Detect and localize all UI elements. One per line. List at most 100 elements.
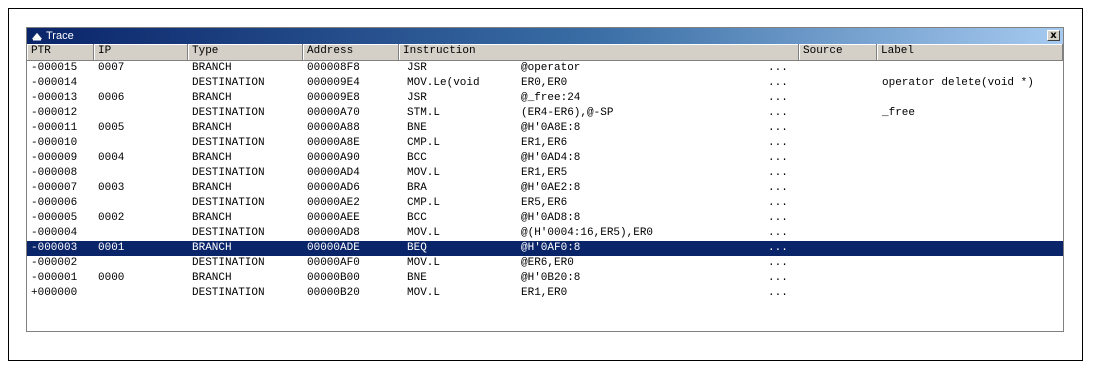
- cell-instruction-mnemonic: JSR: [407, 62, 427, 74]
- header-label[interactable]: Label: [877, 44, 1063, 60]
- cell-instruction-mnemonic: CMP.L: [407, 197, 441, 209]
- cell-instruction-mnemonic: BRA: [407, 182, 427, 194]
- table-row[interactable]: -000002 DESTINATION 00000AF0 MOV.L @ER6,ER0.…: [27, 256, 1063, 271]
- close-icon[interactable]: x: [1047, 30, 1060, 41]
- cell-source: ...: [768, 287, 788, 299]
- cell-instruction-operand: ER1,ER6: [521, 137, 568, 149]
- window-title: Trace: [46, 30, 74, 42]
- header-type[interactable]: Type: [188, 44, 303, 60]
- cell-ip: 0005: [98, 122, 125, 134]
- cell-source: ...: [768, 257, 788, 269]
- table-row-selected[interactable]: -000003 0001 BRANCH 00000ADE BEQ @H'0AF0:8...: [27, 241, 1063, 256]
- cell-instruction-operand: (ER4-ER6),@-SP: [521, 107, 614, 119]
- table-row[interactable]: -000001 0000 BRANCH 00000B00 BNE @H'0B20:8...: [27, 271, 1063, 286]
- cell-type: BRANCH: [192, 242, 232, 254]
- cell-ptr: -000006: [31, 197, 78, 209]
- cell-type: BRANCH: [192, 92, 232, 104]
- cell-ptr: -000007: [31, 182, 78, 194]
- cell-instruction-operand: @operator: [521, 62, 581, 74]
- cell-type: DESTINATION: [192, 167, 265, 179]
- cell-type: DESTINATION: [192, 227, 265, 239]
- header-instruction[interactable]: Instruction: [399, 44, 799, 60]
- cell-ip: 0002: [98, 212, 125, 224]
- cell-source: ...: [768, 212, 788, 224]
- cell-ip: 0007: [98, 62, 125, 74]
- cell-instruction-operand: @_free:24: [521, 92, 581, 104]
- cell-instruction-operand: @(H'0004:16,ER5),ER0: [521, 227, 654, 239]
- cell-type: DESTINATION: [192, 257, 265, 269]
- cell-address: 00000A90: [307, 152, 360, 164]
- cell-type: BRANCH: [192, 122, 232, 134]
- cell-address: 000009E8: [307, 92, 360, 104]
- cell-source: ...: [768, 272, 788, 284]
- cell-ptr: +000000: [31, 287, 78, 299]
- cell-address: 00000A88: [307, 122, 360, 134]
- trace-window: Trace x PTR IP Type Address Instruction …: [26, 27, 1064, 332]
- cell-source: ...: [768, 152, 788, 164]
- cell-ptr: -000001: [31, 272, 78, 284]
- cell-instruction-operand: ER5,ER6: [521, 197, 568, 209]
- cell-address: 00000B20: [307, 287, 360, 299]
- cell-type: DESTINATION: [192, 77, 265, 89]
- header-source[interactable]: Source: [799, 44, 877, 60]
- cell-address: 00000AD4: [307, 167, 360, 179]
- cell-type: BRANCH: [192, 272, 232, 284]
- cell-ptr: -000005: [31, 212, 78, 224]
- table-row[interactable]: -000008 DESTINATION 00000AD4 MOV.L ER1,ER5..…: [27, 166, 1063, 181]
- table-row[interactable]: -000007 0003 BRANCH 00000AD6 BRA @H'0AE2:8...: [27, 181, 1063, 196]
- cell-source: ...: [768, 137, 788, 149]
- column-header: PTR IP Type Address Instruction Source L…: [27, 44, 1063, 61]
- cell-label: operator delete(void *): [882, 77, 1034, 89]
- cell-instruction-mnemonic: MOV.L: [407, 257, 441, 269]
- table-row[interactable]: -000012 DESTINATION 00000A70 STM.L (ER4-ER6)…: [27, 106, 1063, 121]
- cell-instruction-mnemonic: MOV.L: [407, 227, 441, 239]
- table-row[interactable]: -000014 DESTINATION 000009E4 MOV.Le(void ER0…: [27, 76, 1063, 91]
- cell-source: ...: [768, 182, 788, 194]
- cell-address: 00000AEE: [307, 212, 360, 224]
- cell-source: ...: [768, 167, 788, 179]
- cell-type: DESTINATION: [192, 137, 265, 149]
- cell-instruction-mnemonic: BEQ: [407, 242, 427, 254]
- cell-instruction-mnemonic: CMP.L: [407, 137, 441, 149]
- cell-ptr: -000010: [31, 137, 78, 149]
- cell-ptr: -000003: [31, 242, 78, 254]
- cell-instruction-mnemonic: BCC: [407, 212, 427, 224]
- table-row[interactable]: -000004 DESTINATION 00000AD8 MOV.L @(H'0004:…: [27, 226, 1063, 241]
- table-row[interactable]: -000005 0002 BRANCH 00000AEE BCC @H'0AD8:8...: [27, 211, 1063, 226]
- table-row[interactable]: -000013 0006 BRANCH 000009E8 JSR @_free:24...: [27, 91, 1063, 106]
- cell-instruction-operand: @H'0A8E:8: [521, 122, 581, 134]
- cell-instruction-mnemonic: JSR: [407, 92, 427, 104]
- table-row[interactable]: -000009 0004 BRANCH 00000A90 BCC @H'0AD4:8...: [27, 151, 1063, 166]
- cell-instruction-mnemonic: MOV.Le(void: [407, 77, 480, 89]
- cell-instruction-mnemonic: MOV.L: [407, 167, 441, 179]
- cell-type: DESTINATION: [192, 287, 265, 299]
- table-row[interactable]: -000010 DESTINATION 00000A8E CMP.L ER1,ER6..…: [27, 136, 1063, 151]
- cell-address: 00000AE2: [307, 197, 360, 209]
- header-ptr[interactable]: PTR: [27, 44, 94, 60]
- table-row[interactable]: -000011 0005 BRANCH 00000A88 BNE @H'0A8E:8...: [27, 121, 1063, 136]
- header-address[interactable]: Address: [303, 44, 399, 60]
- cell-instruction-operand: @H'0AE2:8: [521, 182, 581, 194]
- cell-ptr: -000015: [31, 62, 78, 74]
- cell-ptr: -000012: [31, 107, 78, 119]
- cell-type: BRANCH: [192, 152, 232, 164]
- table-row[interactable]: +000000 DESTINATION 00000B20 MOV.L ER1,ER0..…: [27, 286, 1063, 301]
- cell-address: 000008F8: [307, 62, 360, 74]
- cell-ip: 0006: [98, 92, 125, 104]
- cell-ptr: -000014: [31, 77, 78, 89]
- cell-address: 00000A8E: [307, 137, 360, 149]
- cell-source: ...: [768, 227, 788, 239]
- cell-source: ...: [768, 92, 788, 104]
- header-ip[interactable]: IP: [94, 44, 188, 60]
- trace-window-icon: [31, 31, 43, 41]
- table-row[interactable]: -000006 DESTINATION 00000AE2 CMP.L ER5,ER6..…: [27, 196, 1063, 211]
- title-bar[interactable]: Trace x: [27, 28, 1063, 44]
- cell-type: BRANCH: [192, 212, 232, 224]
- table-row[interactable]: -000015 0007 BRANCH 000008F8 JSR @operator...: [27, 61, 1063, 76]
- cell-ip: 0003: [98, 182, 125, 194]
- cell-instruction-operand: @H'0B20:8: [521, 272, 581, 284]
- cell-instruction-mnemonic: STM.L: [407, 107, 441, 119]
- cell-address: 00000ADE: [307, 242, 360, 254]
- cell-instruction-operand: @ER6,ER0: [521, 257, 574, 269]
- cell-address: 00000A70: [307, 107, 360, 119]
